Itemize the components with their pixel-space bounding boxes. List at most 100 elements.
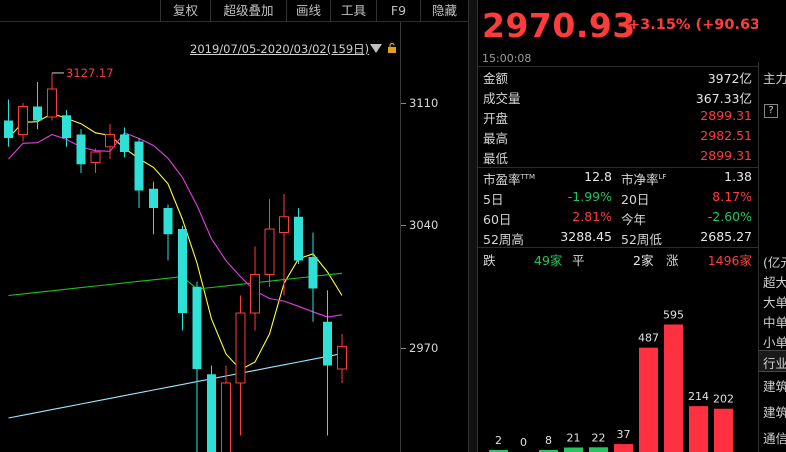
price-tick-label: 3040 xyxy=(409,218,439,232)
distribution-value-label: 214 xyxy=(688,390,709,403)
stat-value: 1.38 xyxy=(724,169,752,184)
up-label: 涨 xyxy=(666,253,679,268)
stat-row-amount: 金额 3972亿 xyxy=(478,68,758,87)
distribution-value-label: 487 xyxy=(638,332,659,345)
distribution-bar xyxy=(614,444,633,452)
side-label: 建筑 xyxy=(763,405,786,420)
stat-label: 金额 xyxy=(483,71,509,86)
stat-row-5d-20d: 5日 -1.99% 20日 8.17% xyxy=(478,189,758,208)
ma5-line xyxy=(8,112,343,371)
candle-body xyxy=(279,216,289,233)
distribution-bar xyxy=(639,347,658,452)
stat-label: 今年 xyxy=(621,212,647,227)
distribution-bar-chart: 2 0 8 21 22 37 487 595 214 202 xyxy=(489,309,734,452)
distribution-bar xyxy=(714,408,733,452)
range-dropdown-icon[interactable] xyxy=(370,44,382,53)
price-tick-label: 3110 xyxy=(409,96,439,110)
fund-flow-strip: 主力 ? (亿元 超大 大单 中单 小单 行业涨 建筑 建筑 通信 xyxy=(758,62,786,452)
stat-value: 2.81% xyxy=(572,209,612,224)
distribution-bar xyxy=(589,447,608,452)
stat-value: 12.8 xyxy=(584,169,612,184)
stat-value: 2685.27 xyxy=(700,229,752,244)
candle-body xyxy=(235,312,246,384)
side-top xyxy=(758,0,786,62)
candle-body xyxy=(33,106,42,121)
candle-body xyxy=(134,141,144,191)
lock-icon[interactable] xyxy=(387,43,397,53)
candle-body xyxy=(250,274,260,314)
stat-label: 20日 xyxy=(621,192,650,207)
stat-row-open: 开盘 2899.31 xyxy=(478,108,758,127)
stat-row-volume: 成交量 367.33亿 xyxy=(478,88,758,107)
candle-body xyxy=(149,188,158,208)
stat-value: 2982.51 xyxy=(700,128,752,143)
distribution-value-label: 0 xyxy=(520,436,527,449)
stat-label: 市盈率TTM xyxy=(483,172,535,187)
stat-label: 成交量 xyxy=(483,91,521,106)
candle-body xyxy=(323,321,332,366)
candle-body xyxy=(120,134,129,152)
side-label: 中单 xyxy=(763,315,786,330)
help-icon[interactable]: ? xyxy=(764,104,778,118)
quote-panel: 2970.93 +3.15% (+90.63) 15:00:08 金额 3972… xyxy=(478,0,767,452)
stat-value: 2899.31 xyxy=(700,148,752,163)
candle-body xyxy=(62,115,71,138)
stat-row-pe-pb: 市盈率TTM 12.8 市净率LF 1.38 xyxy=(478,169,758,188)
distribution-value-label: 8 xyxy=(545,434,552,447)
candle-body xyxy=(308,257,318,289)
side-label: 通信 xyxy=(763,431,786,446)
industry-header[interactable]: 行业涨 xyxy=(759,350,786,372)
stat-value: 367.33亿 xyxy=(695,91,752,106)
stat-value: 2899.31 xyxy=(700,108,752,123)
flat-count: 2家 xyxy=(633,253,654,268)
down-label: 跌 xyxy=(483,253,496,268)
stat-value: -2.60% xyxy=(707,209,752,224)
ma60-line xyxy=(8,353,343,419)
axis-tick-mark xyxy=(401,103,406,104)
kline-panel[interactable]: 复权 超级叠加 画线 工具 F9 隐藏 3127.17 2019/07/05-2… xyxy=(0,0,468,452)
stat-row-low: 最低 2899.31 xyxy=(478,148,758,167)
date-range-selector[interactable]: 2019/07/05-2020/03/02(159日) xyxy=(190,41,369,57)
stat-label: 最低 xyxy=(483,151,509,166)
side-label: 大单 xyxy=(763,295,786,310)
candle-body xyxy=(264,228,275,275)
toolbar-hide-button[interactable]: 隐藏 xyxy=(420,0,468,22)
stat-value: 3288.45 xyxy=(560,229,612,244)
axis-tick-mark xyxy=(401,225,406,226)
side-label: (亿元 xyxy=(763,255,786,270)
stat-label: 52周高 xyxy=(483,232,524,247)
candlestick-chart[interactable]: 3127.17 xyxy=(0,0,400,452)
market-breadth: 跌 49家 平 2家 涨 1496家 xyxy=(478,248,758,268)
stat-value: 8.17% xyxy=(712,189,752,204)
candle-body xyxy=(294,216,303,261)
flat-label: 平 xyxy=(572,253,585,268)
distribution-value-label: 22 xyxy=(592,431,606,444)
stat-label: 60日 xyxy=(483,212,512,227)
stat-value: -1.99% xyxy=(567,189,612,204)
stat-label: 5日 xyxy=(483,192,504,207)
distribution-bar xyxy=(664,324,683,452)
distribution-bar xyxy=(564,447,583,452)
price-tick-label: 2970 xyxy=(409,341,439,355)
stat-label: 52周低 xyxy=(621,232,662,247)
candle-body xyxy=(192,286,202,369)
candle-body xyxy=(163,208,173,235)
distribution-value-label: 37 xyxy=(617,428,631,441)
panel-divider[interactable] xyxy=(468,0,478,452)
side-label: 主力 xyxy=(763,71,786,86)
side-label: 超大 xyxy=(763,275,786,290)
distribution-value-label: 202 xyxy=(713,393,734,406)
distribution-value-label: 21 xyxy=(567,432,581,445)
stat-row-52w: 52周高 3288.45 52周低 2685.27 xyxy=(478,229,758,248)
side-label: 小单 xyxy=(763,335,786,350)
down-count: 49家 xyxy=(534,253,563,268)
ma20-line xyxy=(8,272,343,297)
divider-line xyxy=(478,167,758,168)
distribution-bar xyxy=(689,406,708,452)
candle-body xyxy=(18,106,28,135)
quote-time: 15:00:08 xyxy=(482,52,532,65)
stat-value: 3972亿 xyxy=(707,71,752,86)
side-label: 行业涨 xyxy=(763,356,786,371)
price-change: +3.15% (+90.63) xyxy=(628,17,767,33)
axis-tick-mark xyxy=(401,348,406,349)
